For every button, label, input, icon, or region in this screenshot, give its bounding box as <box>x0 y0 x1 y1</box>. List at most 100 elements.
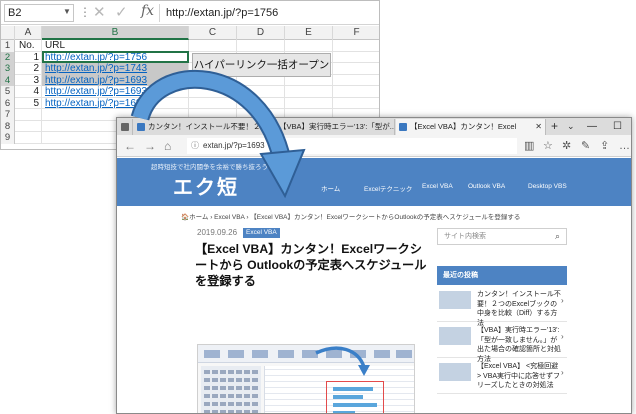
favorite-star-icon[interactable]: ☆ <box>543 139 553 153</box>
cell-a[interactable] <box>15 120 42 132</box>
cell-a[interactable] <box>15 132 42 144</box>
tab-2[interactable]: 【VBA】実行時エラー'13':「型が... <box>265 119 395 135</box>
tab-actions-icon[interactable] <box>117 119 133 135</box>
pen-icon[interactable]: ✎ <box>581 139 590 153</box>
row-header[interactable]: 3 <box>1 63 15 75</box>
site-logo[interactable]: エク短 <box>173 171 239 200</box>
column-header-f[interactable]: F <box>333 26 379 40</box>
row-header[interactable]: 7 <box>1 109 15 121</box>
column-header-a[interactable]: A <box>15 26 42 40</box>
chevron-right-icon: › <box>561 332 564 341</box>
empty-cell[interactable] <box>189 40 237 52</box>
open-hyperlinks-button[interactable]: ハイパーリンク一括オープン <box>192 53 331 77</box>
close-tab-icon[interactable]: ✕ <box>535 119 542 135</box>
more-icon[interactable]: … <box>619 139 630 153</box>
cell-a[interactable] <box>15 109 42 121</box>
new-tab-icon[interactable]: + <box>551 118 558 135</box>
cell-a[interactable]: 3 <box>15 74 42 86</box>
search-icon[interactable]: ⌕ <box>555 231 560 242</box>
empty-cell[interactable] <box>285 86 333 98</box>
function-icon[interactable]: fx <box>141 3 154 19</box>
empty-cell[interactable] <box>333 75 379 87</box>
maximize-icon[interactable]: ☐ <box>613 118 622 135</box>
thumbnail-image <box>439 291 471 309</box>
recent-post-item[interactable]: カンタン！インストール不要！２つのExcelブックの中身を比較（Diff）する方… <box>437 288 567 327</box>
column-header-e[interactable]: E <box>285 26 333 40</box>
active-cell-outline <box>42 51 189 63</box>
empty-cell[interactable] <box>333 86 379 98</box>
empty-cell[interactable] <box>237 97 285 109</box>
empty-cell[interactable] <box>333 40 379 52</box>
page-icon <box>137 123 145 131</box>
select-all-corner[interactable] <box>1 26 15 40</box>
site-tagline: 超時短技で社内闘争を余裕で勝ち抜ろう！ <box>151 164 275 171</box>
empty-cell[interactable] <box>333 98 379 110</box>
empty-cell[interactable] <box>333 52 379 64</box>
tab-label: 【VBA】実行時エラー'13':「型が... <box>279 122 395 131</box>
column-header-c[interactable]: C <box>189 26 237 40</box>
chevron-down-icon[interactable]: ▼ <box>63 7 71 16</box>
recent-post-item[interactable]: 【VBA】実行時エラー'13':「型が一致しません。」が出た場合の確認箇所と対処… <box>437 324 567 363</box>
article-screenshot <box>197 344 415 413</box>
empty-cell[interactable] <box>285 40 333 52</box>
chevron-right-icon: › <box>561 368 564 377</box>
empty-cell[interactable] <box>237 40 285 52</box>
empty-cell[interactable] <box>237 86 285 98</box>
category-badge[interactable]: Excel VBA <box>243 228 280 238</box>
cell-a[interactable]: No. <box>15 40 42 52</box>
sheet-row: 6 5 http://extan.jp/?p=1696 <box>1 97 379 110</box>
nav-excel-vba[interactable]: Excel VBA <box>422 183 453 190</box>
hyperlink-cell[interactable]: http://extan.jp/?p=1743 <box>42 63 189 75</box>
row-header[interactable]: 4 <box>1 74 15 86</box>
empty-cell[interactable] <box>285 97 333 109</box>
cell-a[interactable]: 2 <box>15 63 42 75</box>
breadcrumb[interactable]: 🏠ホーム › Excel VBA › 【Excel VBA】カンタン！Excel… <box>181 211 520 221</box>
back-icon[interactable]: ← <box>124 139 136 153</box>
address-bar: ← → ⌂ extan.jp/?p=1693 ⓘ ▥ ☆ ✲ ✎ ⇪ … <box>117 135 631 157</box>
empty-cell[interactable] <box>333 63 379 75</box>
nav-excel-technique[interactable]: Excelテクニック <box>364 183 412 193</box>
nav-outlook-vba[interactable]: Outlook VBA <box>468 183 505 190</box>
hyperlink-cell[interactable]: http://extan.jp/?p=1693 <box>42 74 189 86</box>
cell-b[interactable]: URL <box>42 40 189 52</box>
hyperlink-cell[interactable]: http://extan.jp/?p=1693 <box>42 86 189 98</box>
row-header[interactable]: 2 <box>1 51 15 63</box>
empty-cell[interactable] <box>189 86 237 98</box>
empty-cell[interactable] <box>189 97 237 109</box>
thumbnail-image <box>439 327 471 345</box>
sidebar: サイト内検索 ⌕ 最近の投稿 カンタン！インストール不要！２つのExcelブック… <box>437 228 567 413</box>
more-icon: ⋮ <box>79 5 91 19</box>
row-header[interactable]: 1 <box>1 40 15 52</box>
row-header[interactable]: 8 <box>1 120 15 132</box>
column-header-d[interactable]: D <box>237 26 285 40</box>
post-title: 【Excel VBA】カンタン！Excelワークシートから Outlookの予定… <box>195 242 427 288</box>
info-icon[interactable]: ⓘ <box>191 140 199 151</box>
favorites-hub-icon[interactable]: ✲ <box>562 139 571 153</box>
hyperlink-cell[interactable]: http://extan.jp/?p=1696 <box>42 97 189 109</box>
nav-desktop-vbs[interactable]: Desktop VBS <box>528 183 567 190</box>
home-icon[interactable]: ⌂ <box>164 139 171 153</box>
tab-label: カンタン！インストール不要！２ <box>148 122 261 131</box>
site-search-input[interactable]: サイト内検索 <box>437 228 567 245</box>
reading-view-icon[interactable]: ▥ <box>524 139 534 153</box>
column-header-b[interactable]: B <box>42 26 189 40</box>
minimize-icon[interactable]: — <box>587 118 597 135</box>
url-input[interactable]: extan.jp/?p=1693 <box>187 138 517 154</box>
column-headers: A B C D E F <box>1 26 379 40</box>
tab-1[interactable]: カンタン！インストール不要！２ <box>134 119 264 135</box>
formula-input[interactable]: http://extan.jp/?p=1756 <box>159 4 379 22</box>
row-header[interactable]: 5 <box>1 86 15 98</box>
cancel-icon[interactable]: ✕ <box>93 3 106 21</box>
row-header[interactable]: 9 <box>1 132 15 144</box>
forward-icon[interactable]: → <box>144 139 156 153</box>
nav-home[interactable]: ホーム <box>321 183 340 193</box>
enter-icon[interactable]: ✓ <box>115 3 128 21</box>
chevron-down-icon[interactable]: ⌄ <box>567 118 575 135</box>
recent-post-item[interactable]: 【Excel VBA】 <究極回避> VBA実行中に応答せずフリーズしたときの対… <box>437 360 567 394</box>
share-icon[interactable]: ⇪ <box>600 139 609 153</box>
cell-a[interactable]: 4 <box>15 86 42 98</box>
cell-a[interactable]: 5 <box>15 97 42 109</box>
tab-3-active[interactable]: 【Excel VBA】カンタン！Excel ✕ <box>396 119 546 135</box>
row-header[interactable]: 6 <box>1 97 15 109</box>
cell-a[interactable]: 1 <box>15 51 42 63</box>
